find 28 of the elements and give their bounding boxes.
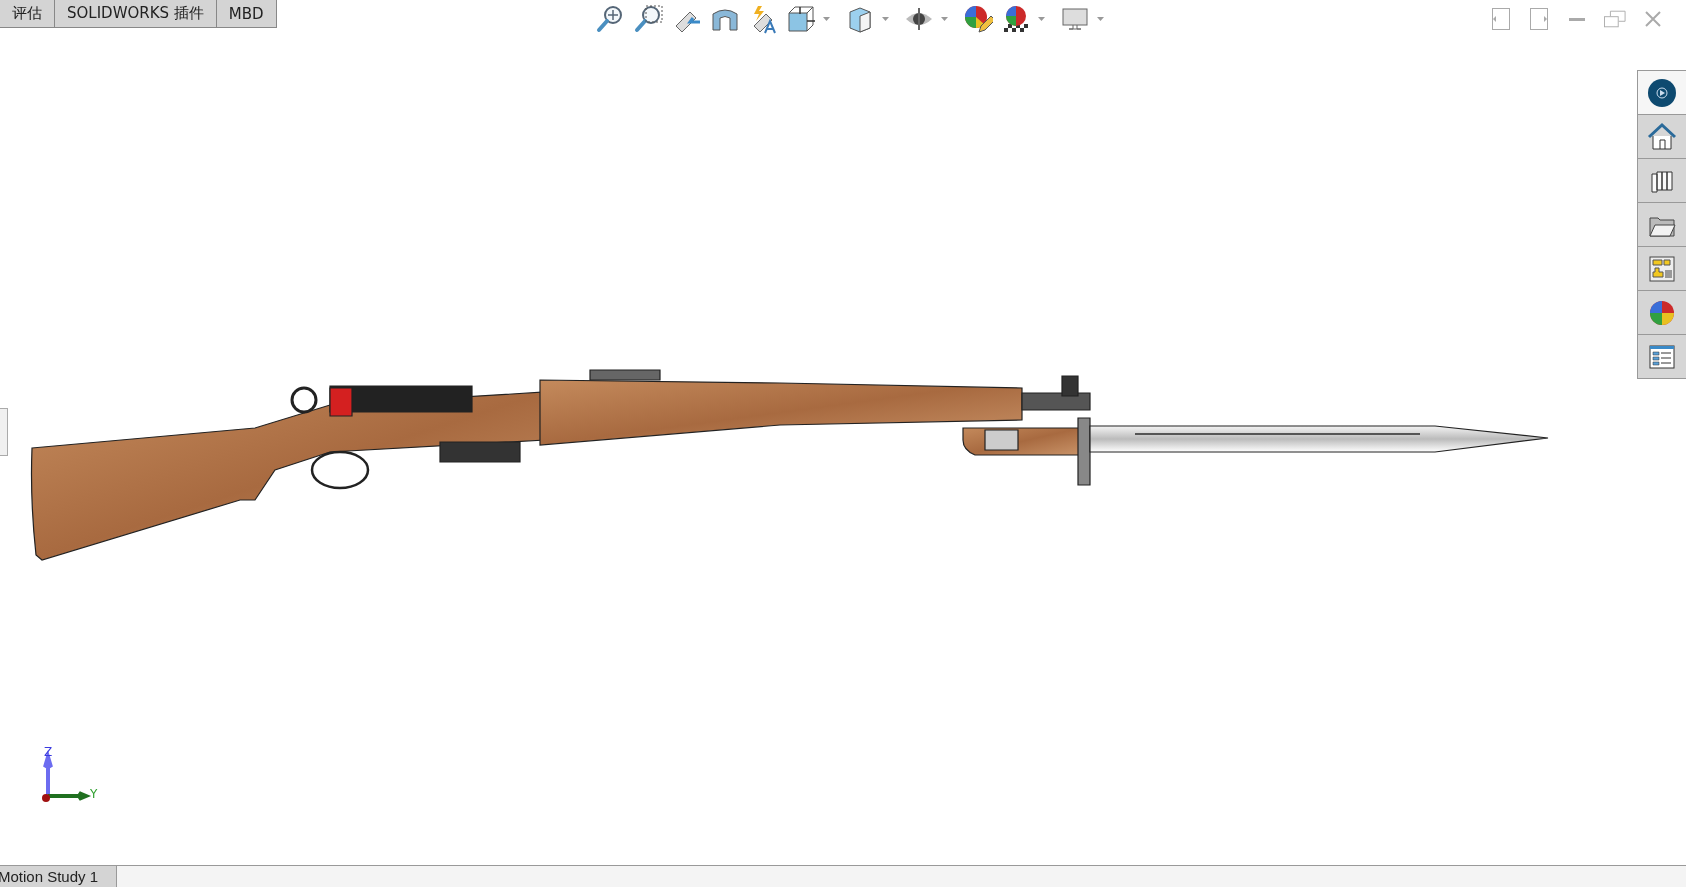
tab[interactable]: MBD xyxy=(215,0,276,27)
view-palette-tab[interactable] xyxy=(1638,247,1686,291)
library-tab[interactable] xyxy=(1638,159,1686,203)
caret-icon[interactable] xyxy=(1038,17,1045,21)
caret-icon[interactable] xyxy=(882,17,889,21)
tab[interactable]: Motion Study 1 xyxy=(0,866,118,887)
community-icon xyxy=(1647,77,1677,108)
zoom-area-icon[interactable] xyxy=(633,3,665,35)
dock-right-icon[interactable] xyxy=(1528,8,1550,30)
home-icon xyxy=(1647,121,1677,152)
axis-label: Z xyxy=(44,745,53,759)
properties-tab[interactable] xyxy=(1638,335,1686,379)
restore-icon[interactable] xyxy=(1604,8,1626,30)
axis-label: Y xyxy=(90,787,98,801)
home-tab[interactable] xyxy=(1638,115,1686,159)
view-palette-icon xyxy=(1647,253,1677,284)
panel-handle[interactable] xyxy=(0,408,8,456)
caret-icon[interactable] xyxy=(941,17,948,21)
edit-appearance-icon[interactable] xyxy=(962,3,994,35)
caret-icon[interactable] xyxy=(1097,17,1104,21)
dock-left-icon[interactable] xyxy=(1490,8,1512,30)
folder-tab[interactable] xyxy=(1638,203,1686,247)
view-orientation-icon[interactable] xyxy=(785,3,817,35)
community-tab[interactable] xyxy=(1638,71,1686,115)
appearance-tab[interactable] xyxy=(1638,291,1686,335)
tab[interactable]: SOLIDWORKS 插件 xyxy=(54,0,216,27)
tab[interactable]: 评估 xyxy=(0,0,54,27)
caret-icon[interactable] xyxy=(823,17,830,21)
